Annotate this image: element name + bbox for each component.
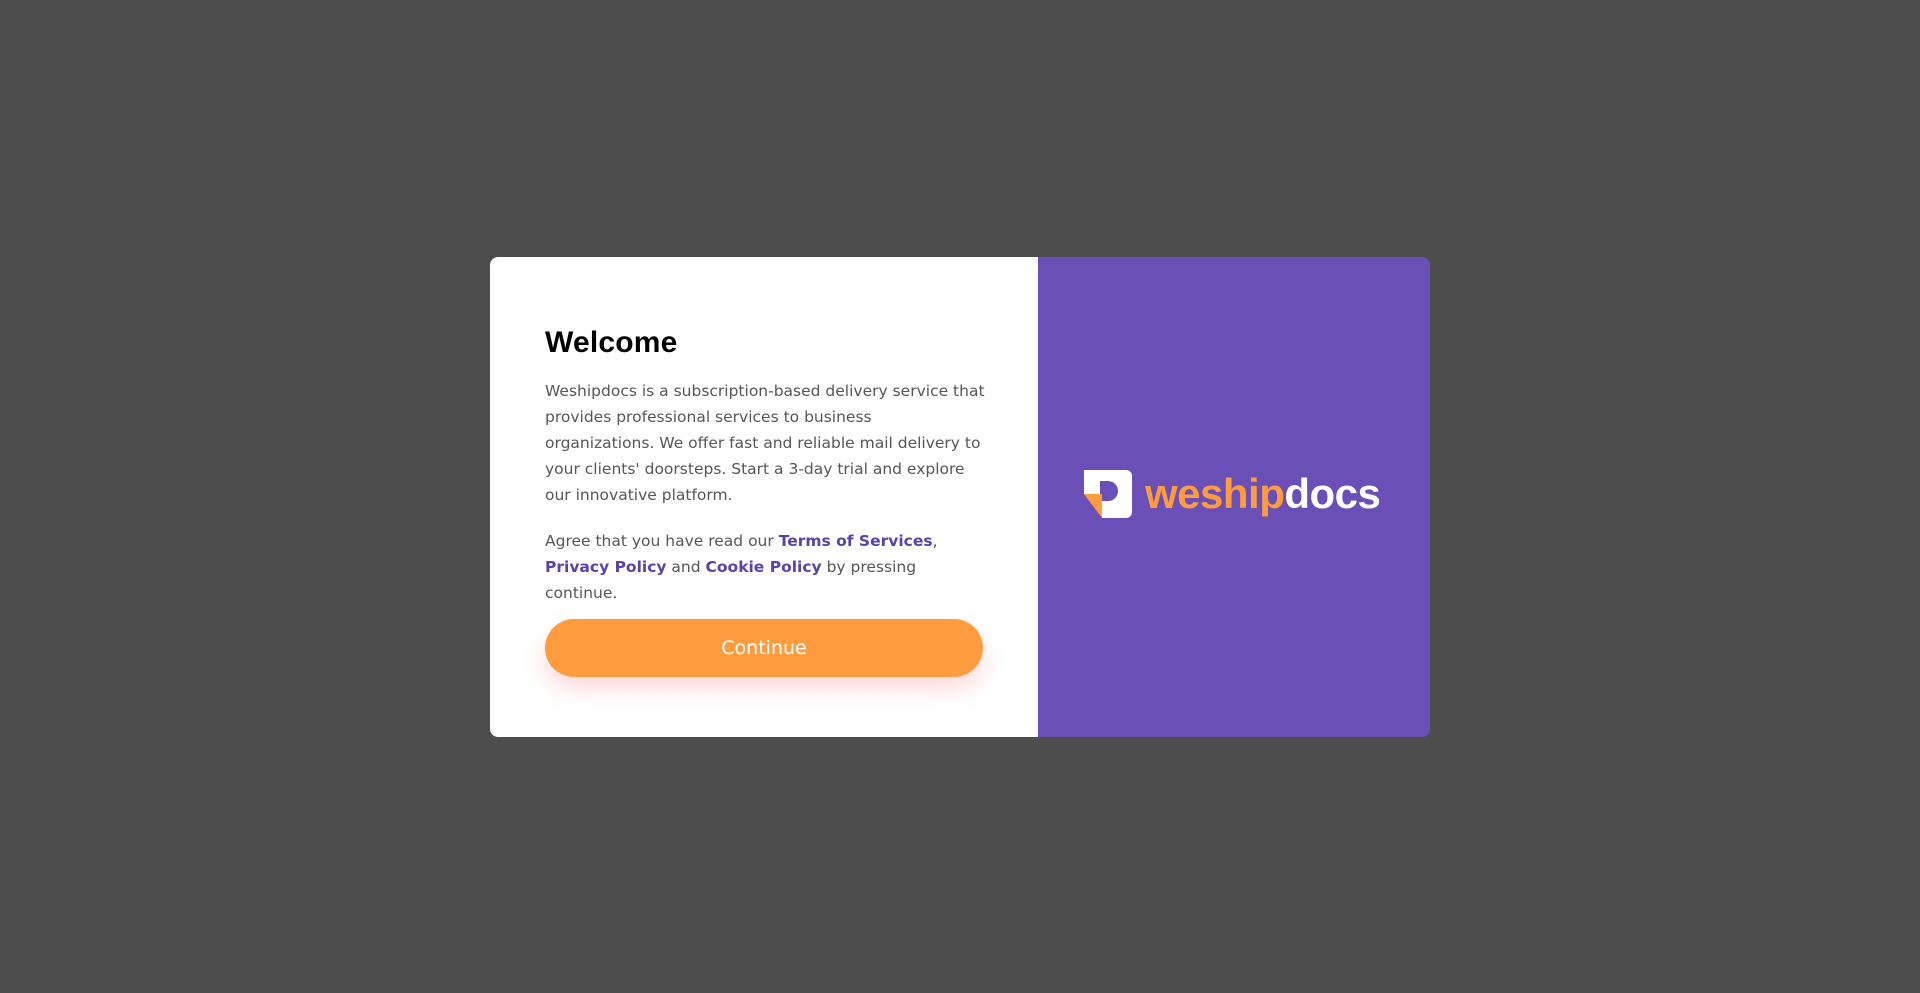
welcome-title: Welcome: [545, 326, 678, 359]
brand-panel: weshipdocs: [1038, 257, 1430, 737]
weshipdocs-logo-icon: [1084, 470, 1132, 518]
wordmark-docs: docs: [1284, 470, 1381, 517]
weshipdocs-wordmark: weshipdocs: [1145, 470, 1381, 518]
privacy-policy-link[interactable]: Privacy Policy: [545, 558, 667, 576]
continue-button[interactable]: Continue: [545, 619, 983, 677]
welcome-modal: Welcome Weshipdocs is a subscription-bas…: [490, 257, 1430, 737]
terms-of-services-link[interactable]: Terms of Services: [779, 532, 933, 550]
agreement-and: and: [666, 558, 706, 576]
welcome-description: Weshipdocs is a subscription-based deliv…: [545, 382, 985, 504]
wordmark-weship: weship: [1145, 470, 1285, 517]
cookie-policy-link[interactable]: Cookie Policy: [706, 558, 822, 576]
agreement-comma: ,: [932, 532, 938, 550]
welcome-panel: Welcome Weshipdocs is a subscription-bas…: [490, 257, 1038, 737]
agreement-prefix: Agree that you have read our: [545, 532, 779, 550]
agreement-text: Agree that you have read our Terms of Se…: [545, 528, 985, 606]
weshipdocs-logo: weshipdocs: [1084, 470, 1381, 518]
